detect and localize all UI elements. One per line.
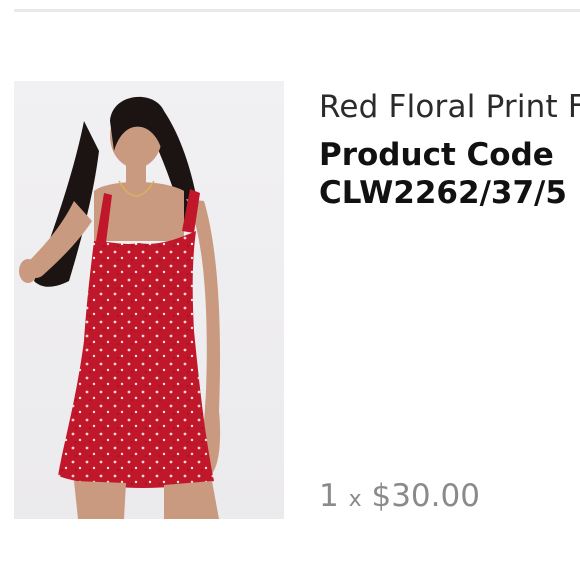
quantity-value: 1	[319, 478, 339, 514]
price-value: $30.00	[371, 478, 480, 514]
times-symbol: x	[348, 487, 362, 512]
product-info: Red Floral Print F Product Code CLW2262/…	[319, 86, 580, 212]
dress-model-illustration	[19, 96, 221, 519]
product-code-value: CLW2262/37/5	[319, 175, 567, 211]
product-image[interactable]	[14, 81, 284, 519]
quantity-price: 1 x $30.00	[319, 476, 480, 520]
product-name[interactable]: Red Floral Print F	[319, 86, 580, 128]
order-item-card: Red Floral Print F Product Code CLW2262/…	[0, 0, 580, 580]
product-code-label: Product Code	[319, 137, 554, 173]
top-divider	[14, 9, 580, 12]
